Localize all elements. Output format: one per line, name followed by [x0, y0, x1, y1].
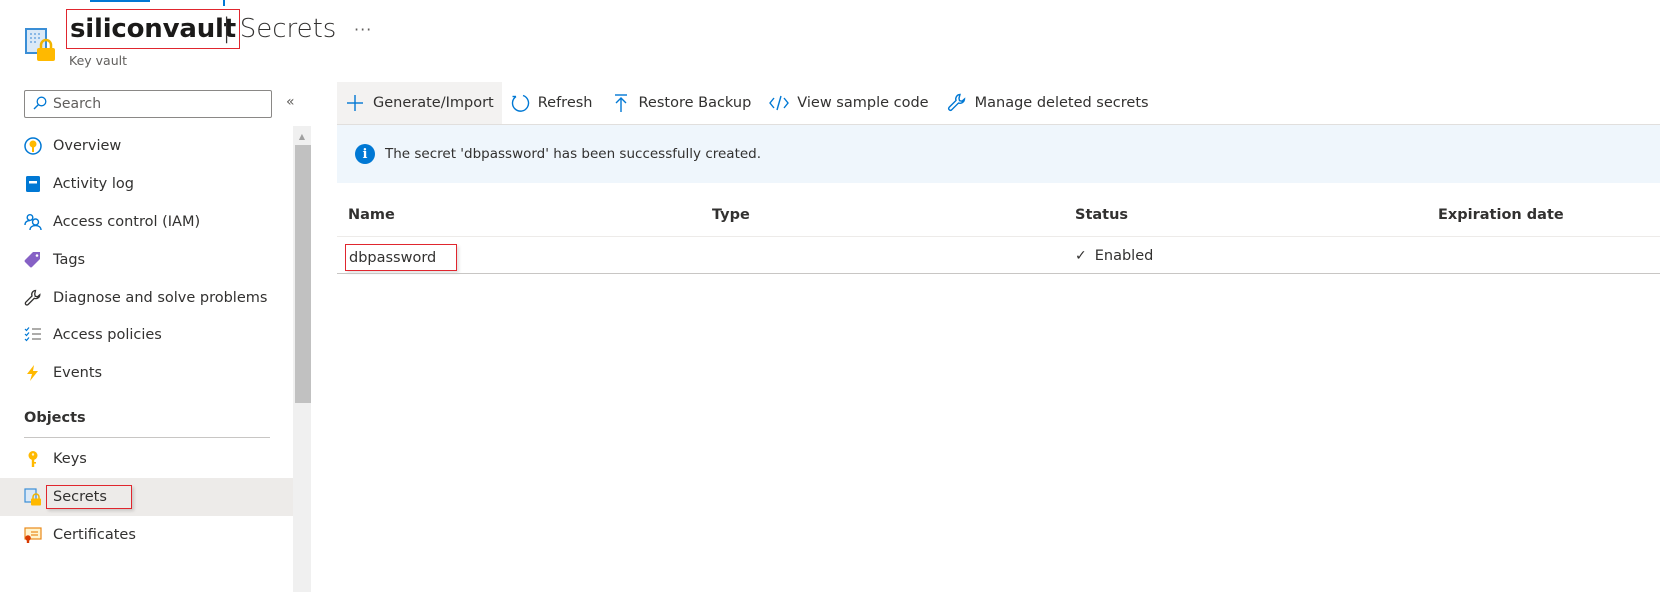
code-icon	[769, 93, 790, 113]
status-text: Enabled	[1094, 248, 1154, 264]
breadcrumb-link[interactable]	[90, 0, 150, 2]
column-header-type[interactable]: Type	[712, 207, 750, 223]
sidebar-item-certificates[interactable]: Certificates	[0, 516, 293, 554]
sidebar-item-secrets[interactable]: Secrets	[0, 478, 293, 516]
restore-backup-button[interactable]: Restore Backup	[603, 82, 762, 124]
lightning-icon	[24, 364, 42, 382]
collapse-sidebar-button[interactable]: «	[286, 94, 295, 110]
sidebar-item-overview[interactable]: Overview	[0, 127, 293, 165]
section-header-objects: Objects	[24, 410, 86, 426]
more-options-button[interactable]: ···	[354, 20, 372, 39]
restore-backup-label: Restore Backup	[638, 95, 752, 111]
sidebar-search[interactable]	[24, 90, 272, 118]
tag-icon	[24, 251, 42, 269]
generate-import-label: Generate/Import	[373, 95, 494, 111]
sidebar-item-events[interactable]: Events	[0, 354, 293, 392]
sidebar-item-label: Secrets	[46, 485, 132, 509]
secret-name-link[interactable]: dbpassword	[345, 244, 458, 271]
key-vault-secrets-icon	[24, 27, 58, 63]
scroll-up-arrow-icon[interactable]: ▲	[293, 128, 311, 144]
checklist-icon	[24, 326, 42, 344]
sidebar-item-label: Access control (IAM)	[53, 214, 201, 230]
resource-name-highlight: siliconvault	[66, 9, 240, 49]
activity-log-icon	[24, 175, 42, 193]
generate-import-button[interactable]: Generate/Import	[337, 82, 502, 124]
resource-name: siliconvault	[70, 14, 236, 44]
breadcrumb-separator	[223, 0, 226, 6]
view-sample-code-label: View sample code	[797, 95, 929, 111]
search-icon	[33, 95, 47, 114]
search-input[interactable]	[53, 96, 253, 112]
manage-deleted-secrets-button[interactable]: Manage deleted secrets	[939, 82, 1159, 124]
secret-lock-icon	[24, 488, 42, 506]
wrench-icon	[947, 93, 967, 113]
section-divider	[24, 437, 270, 438]
sidebar-item-label: Activity log	[53, 176, 134, 192]
sidebar-item-label: Keys	[53, 451, 87, 467]
resource-type: Key vault	[69, 53, 127, 68]
title-separator: |	[222, 13, 232, 44]
refresh-button[interactable]: Refresh	[502, 82, 603, 124]
plus-icon	[345, 93, 365, 113]
sidebar-item-tags[interactable]: Tags	[0, 241, 293, 279]
sidebar-item-label: Events	[53, 365, 103, 381]
column-header-expiration[interactable]: Expiration date	[1438, 207, 1564, 223]
sidebar-item-label: Overview	[53, 138, 122, 154]
command-bar: Generate/Import Refresh Restore Backup V…	[337, 82, 1159, 124]
refresh-icon	[510, 93, 530, 113]
page-title: | Secrets	[222, 13, 336, 44]
table-row[interactable]	[337, 237, 1660, 274]
people-icon	[24, 213, 42, 231]
secret-status: ✓ Enabled	[1075, 248, 1153, 264]
sidebar-item-label: Diagnose and solve problems	[53, 290, 268, 306]
sidebar-item-access-control[interactable]: Access control (IAM)	[0, 203, 293, 241]
sidebar-item-label: Certificates	[53, 527, 136, 543]
column-header-name[interactable]: Name	[348, 207, 395, 223]
table-row-divider	[337, 273, 1660, 274]
sidebar-item-label: Access policies	[53, 327, 162, 343]
certificate-icon	[24, 526, 42, 544]
view-sample-code-button[interactable]: View sample code	[761, 82, 938, 124]
refresh-label: Refresh	[537, 95, 593, 111]
info-banner: i The secret 'dbpassword' has been succe…	[337, 125, 1660, 183]
wrench-icon	[24, 289, 42, 307]
sidebar-item-activity-log[interactable]: Activity log	[0, 165, 293, 203]
sidebar-item-keys[interactable]: Keys	[0, 440, 293, 478]
sidebar-scrollbar-thumb[interactable]	[295, 145, 311, 403]
checkmark-icon: ✓	[1075, 248, 1087, 264]
key-icon	[24, 450, 42, 468]
breadcrumb[interactable]	[70, 0, 290, 6]
banner-message: The secret 'dbpassword' has been success…	[385, 146, 762, 162]
upload-arrow-icon	[611, 93, 631, 113]
info-icon: i	[355, 144, 375, 164]
overview-key-icon	[24, 137, 42, 155]
page-title-text: Secrets	[239, 14, 337, 44]
sidebar-item-access-policies[interactable]: Access policies	[0, 316, 293, 354]
sidebar-item-diagnose[interactable]: Diagnose and solve problems	[0, 279, 293, 317]
manage-deleted-secrets-label: Manage deleted secrets	[974, 95, 1149, 111]
sidebar-item-label: Tags	[53, 252, 86, 268]
column-header-status[interactable]: Status	[1075, 207, 1128, 223]
